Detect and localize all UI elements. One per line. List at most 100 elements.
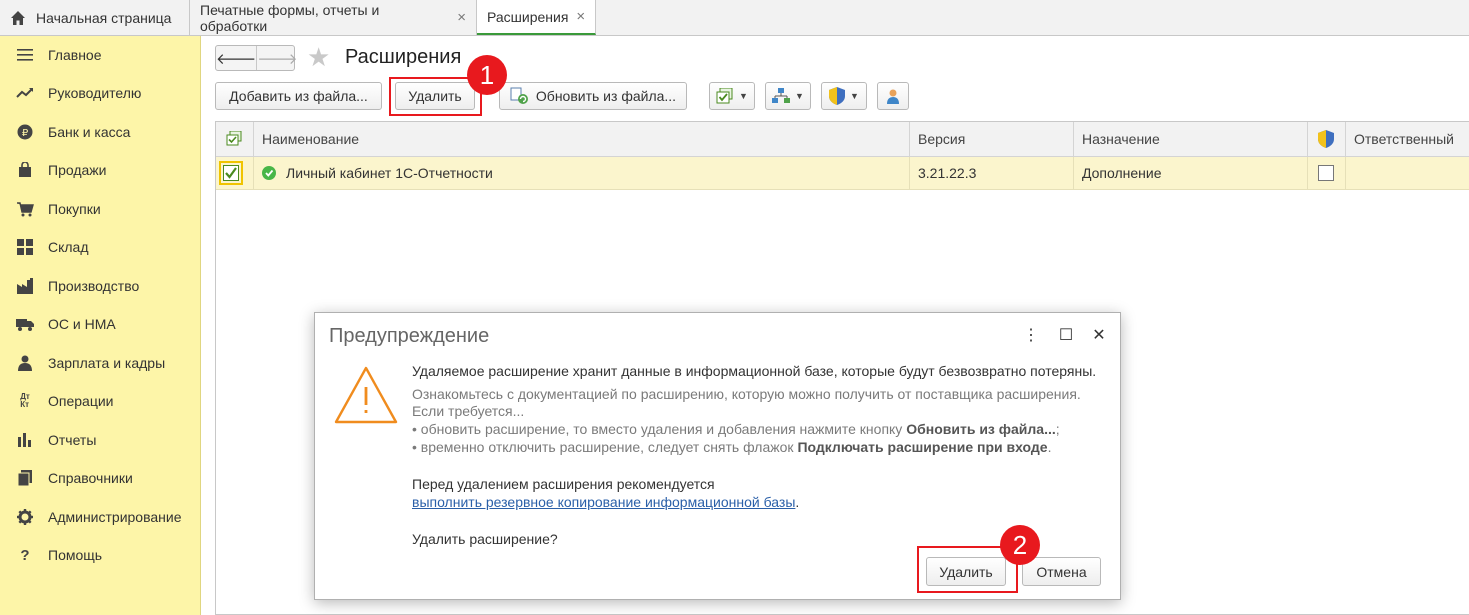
tab-bar: Начальная страница Печатные формы, отчет… [0, 0, 1469, 36]
step-badge-2: 2 [1000, 525, 1040, 565]
user-icon [887, 89, 899, 104]
svg-text:₽: ₽ [22, 128, 29, 139]
structure-dropdown[interactable]: ▼ [765, 82, 811, 110]
column-safe-mode-header[interactable] [1308, 122, 1346, 156]
sidebar-item-salary[interactable]: Зарплата и кадры [0, 344, 200, 382]
close-icon[interactable]: × [576, 8, 585, 25]
chevron-down-icon: ▼ [795, 91, 804, 101]
safe-mode-dropdown[interactable]: ▼ [821, 82, 867, 110]
shield-icon [829, 87, 846, 105]
sidebar-item-fixed-assets[interactable]: ОС и НМА [0, 305, 200, 343]
hierarchy-icon [772, 88, 791, 103]
sidebar-item-purchases[interactable]: Покупки [0, 190, 200, 228]
row-version-cell[interactable]: 3.21.22.3 [910, 157, 1074, 189]
responsible-user-button[interactable] [877, 82, 909, 110]
question-icon: ? [20, 546, 30, 564]
sidebar-item-label: Покупки [48, 201, 101, 217]
sidebar-item-label: Руководителю [48, 85, 142, 101]
sidebar-item-catalogs[interactable]: Справочники [0, 459, 200, 497]
tab-print-forms-label: Печатные формы, отчеты и обработки [200, 1, 380, 34]
update-from-file-button[interactable]: Обновить из файла... [499, 82, 687, 110]
row-purpose-cell[interactable]: Дополнение [1074, 157, 1308, 189]
shield-icon [1318, 130, 1334, 148]
column-responsible-header[interactable]: Ответственный [1346, 122, 1469, 156]
sidebar-item-admin[interactable]: Администрирование [0, 498, 200, 536]
safe-mode-checkbox[interactable] [1318, 165, 1334, 181]
tab-print-forms[interactable]: Печатные формы, отчеты и обработки × [190, 0, 477, 35]
column-active-header[interactable] [216, 122, 254, 156]
table-row[interactable]: Личный кабинет 1С-Отчетности 3.21.22.3 Д… [216, 157, 1469, 190]
sidebar-item-bank[interactable]: ₽ Банк и касса [0, 113, 200, 151]
status-ok-icon [262, 166, 276, 180]
disable-hint-text: • временно отключить расширение, следует… [412, 439, 798, 455]
sidebar-item-reports[interactable]: Отчеты [0, 421, 200, 459]
warehouse-icon [16, 238, 34, 256]
menu-lines-icon [16, 46, 34, 64]
update-file-icon [510, 87, 528, 104]
tab-extensions-label: Расширения [487, 8, 569, 25]
sidebar-item-label: Склад [48, 239, 89, 255]
check-all-dropdown[interactable]: ▼ [709, 82, 755, 110]
backup-link-end: . [795, 494, 800, 510]
factory-icon [16, 277, 34, 295]
sidebar-item-warehouse[interactable]: Склад [0, 228, 200, 266]
sidebar-item-label: Отчеты [48, 432, 97, 448]
dialog-text-docs: Ознакомьтесь с документацией по расширен… [412, 386, 1081, 402]
tab-home-label: Начальная страница [36, 9, 172, 26]
sidebar-item-sales[interactable]: Продажи [0, 151, 200, 189]
row-safe-mode-cell[interactable] [1308, 157, 1346, 189]
favorite-star-icon[interactable]: ★ [307, 44, 330, 70]
extension-name: Личный кабинет 1С-Отчетности [286, 165, 493, 181]
update-from-file-label: Обновить из файла... [535, 88, 677, 104]
backup-link[interactable]: выполнить резервное копирование информац… [412, 494, 795, 510]
tab-home[interactable]: Начальная страница [0, 0, 190, 35]
dialog-text-disable-hint: • временно отключить расширение, следует… [412, 439, 1051, 455]
dt-kt-icon: Дт Кт [20, 392, 30, 409]
close-icon[interactable]: ✕ [1089, 325, 1109, 345]
row-active-cell[interactable] [216, 157, 254, 189]
sidebar-item-main[interactable]: Главное [0, 36, 200, 74]
warning-triangle-icon [334, 366, 398, 424]
sidebar-item-production[interactable]: Производство [0, 267, 200, 305]
dialog-title: Предупреждение [329, 325, 490, 347]
more-menu-icon[interactable]: ⋮ [1021, 325, 1041, 345]
trend-icon [16, 84, 34, 102]
row-responsible-cell[interactable] [1346, 157, 1469, 189]
update-hint-end: ; [1055, 421, 1060, 437]
sidebar-item-operations[interactable]: Дт Кт Операции [0, 382, 200, 420]
column-version-header[interactable]: Версия [910, 122, 1074, 156]
sidebar-item-label: Главное [48, 47, 102, 63]
maximize-icon[interactable]: ☐ [1056, 325, 1076, 345]
dialog-cancel-button[interactable]: Отмена [1022, 557, 1101, 586]
back-arrow-icon[interactable]: 🡐 [216, 46, 258, 70]
update-hint-text: • обновить расширение, то вместо удалени… [412, 421, 907, 437]
sidebar-item-label: Помощь [48, 547, 103, 563]
update-hint-bold: Обновить из файла... [906, 421, 1056, 437]
sidebar-item-director[interactable]: Руководителю [0, 74, 200, 112]
disable-hint-bold: Подключать расширение при входе [797, 439, 1048, 455]
step-badge-1: 1 [467, 55, 507, 95]
dialog-text-data-loss: Удаляемое расширение хранит данные в инф… [412, 363, 1097, 379]
close-icon[interactable]: × [457, 9, 466, 26]
sidebar: Главное Руководителю ₽ Банк и касса Прод… [0, 36, 201, 615]
sidebar-item-label: Банк и касса [48, 124, 131, 140]
column-name-header[interactable]: Наименование [254, 122, 910, 156]
truck-icon [16, 315, 34, 333]
home-icon [11, 10, 25, 25]
add-from-file-button[interactable]: Добавить из файла... [215, 82, 382, 110]
active-checkbox[interactable] [223, 165, 239, 181]
sidebar-item-label: ОС и НМА [48, 316, 116, 332]
checkbox-list-icon [716, 88, 733, 104]
row-name-cell[interactable]: Личный кабинет 1С-Отчетности [254, 157, 910, 189]
bag-icon [16, 161, 34, 179]
cart-icon [16, 200, 34, 218]
coin-icon: ₽ [16, 123, 34, 141]
dialog-text-recommend: Перед удалением расширения рекомендуется [412, 476, 715, 492]
sidebar-item-label: Администрирование [48, 509, 182, 525]
checkmark-icon [225, 167, 237, 179]
bar-chart-icon [16, 431, 34, 449]
tab-extensions[interactable]: Расширения × [477, 0, 596, 35]
forward-arrow-icon[interactable]: 🡒 [257, 46, 297, 70]
column-purpose-header[interactable]: Назначение [1074, 122, 1308, 156]
sidebar-item-help[interactable]: ? Помощь [0, 536, 200, 574]
